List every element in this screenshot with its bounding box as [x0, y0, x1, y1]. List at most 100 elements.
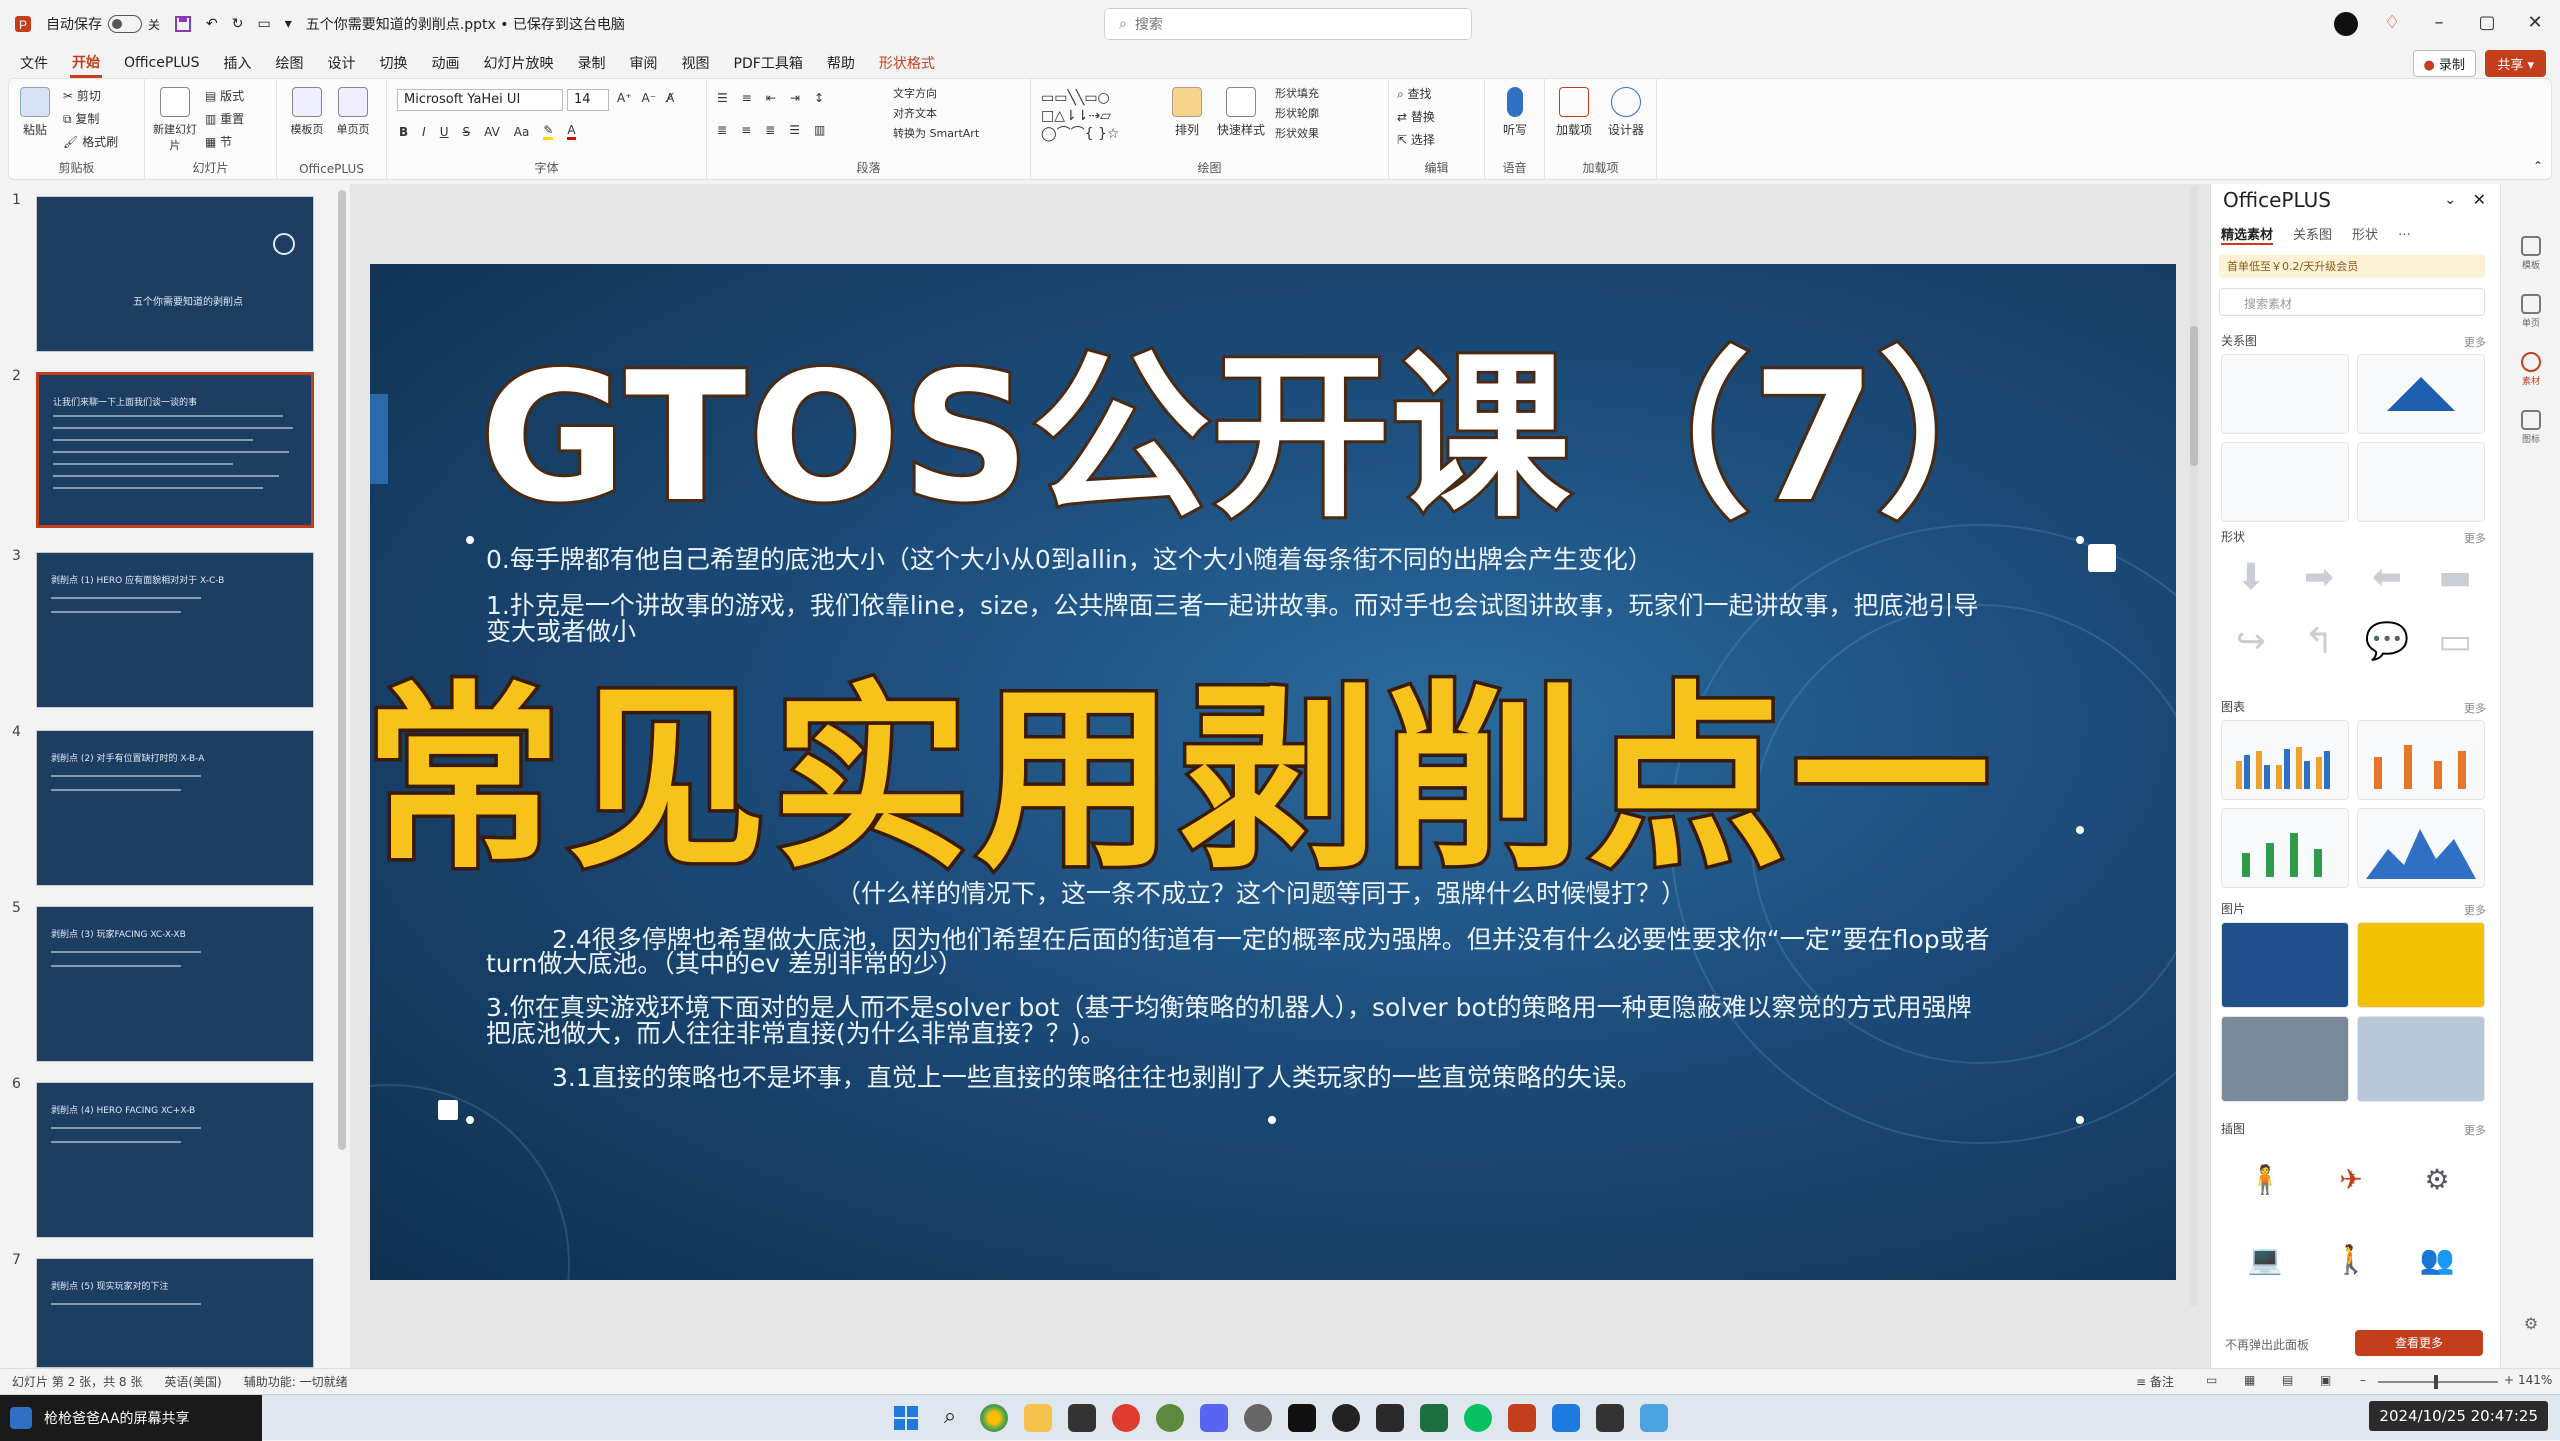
selection-handle[interactable] — [2076, 826, 2084, 834]
chart-card[interactable] — [2357, 720, 2485, 800]
designer-button[interactable]: 设计器 — [1603, 87, 1649, 138]
speech-bubble-shape-icon[interactable]: 💬 — [2357, 614, 2417, 668]
pane-collapse-icon[interactable]: ⌄ — [2444, 192, 2456, 208]
text-direction-button[interactable]: 文字方向 — [893, 85, 937, 101]
tab-view[interactable]: 视图 — [680, 50, 712, 76]
smartart-button[interactable]: 转换为 SmartArt — [893, 125, 979, 141]
align-center-icon[interactable]: ≡ — [741, 123, 751, 137]
canvas-scrollbar[interactable] — [2190, 186, 2198, 1306]
customize-qat-icon[interactable]: ▾ — [285, 16, 292, 32]
zoom-slider[interactable] — [2378, 1375, 2498, 1389]
image-card[interactable] — [2357, 922, 2485, 1008]
notion-icon[interactable] — [1068, 1404, 1096, 1432]
rail-materials[interactable]: 素材 — [2509, 352, 2553, 387]
align-text-button[interactable]: 对齐文本 — [893, 105, 937, 121]
app-blue-icon[interactable] — [1552, 1404, 1580, 1432]
slide-thumbnail[interactable]: 剥削点 (5) 现实玩家对的下注 — [36, 1258, 314, 1368]
shape-effects-button[interactable]: 形状效果 — [1275, 125, 1319, 141]
diagram-card[interactable] — [2221, 354, 2349, 434]
bent-arrow-shape-icon[interactable]: ↰ — [2289, 614, 2349, 668]
pane-tab-diagrams[interactable]: 关系图 — [2293, 224, 2332, 245]
rail-icons[interactable]: 图标 — [2509, 410, 2553, 445]
quick-styles-button[interactable]: 快速样式 — [1213, 87, 1269, 138]
more-link[interactable]: 更多 — [2464, 1122, 2486, 1138]
slide-paragraph[interactable]: turn做大底池。（其中的ev 差别非常的少） — [486, 944, 963, 980]
view-more-button[interactable]: 查看更多 — [2355, 1330, 2483, 1356]
notes-button[interactable]: ≡ 备注 — [2136, 1373, 2174, 1390]
section-button[interactable]: ▦ 节 — [205, 133, 232, 150]
tab-transitions[interactable]: 切换 — [378, 50, 410, 76]
chart-card[interactable] — [2221, 808, 2349, 888]
account-avatar[interactable] — [2334, 12, 2358, 36]
zoom-out-icon[interactable]: – — [2360, 1373, 2366, 1387]
minimize-icon[interactable]: – — [2424, 12, 2454, 33]
slide-thumbnail[interactable]: 剥削点 (1) HERO 应有面貌相对对于 X-C-B — [36, 552, 314, 708]
tab-insert[interactable]: 插入 — [222, 50, 254, 76]
material-search-input[interactable]: 搜索素材 — [2219, 288, 2485, 316]
zoom-slider-thumb[interactable] — [2434, 1375, 2438, 1389]
callout-shape-icon[interactable]: ▭ — [2425, 614, 2485, 668]
image-card[interactable] — [2357, 1016, 2485, 1102]
pane-tab-more[interactable]: … — [2398, 224, 2411, 245]
more-link[interactable]: 更多 — [2464, 334, 2486, 350]
change-case-button[interactable]: Aa — [514, 125, 530, 139]
arrange-button[interactable]: 排列 — [1165, 87, 1209, 138]
curved-arrow-shape-icon[interactable]: ↪ — [2221, 614, 2281, 668]
slide-paragraph[interactable]: 把底池做大，而人往往非常直接(为什么非常直接？？)。 — [486, 1014, 1106, 1050]
find-button[interactable]: ⌕ 查找 — [1397, 85, 1432, 102]
close-icon[interactable]: ✕ — [2520, 12, 2550, 33]
tab-officeplus[interactable]: OfficePLUS — [122, 52, 202, 74]
slide-thumbnail[interactable]: 剥削点 (3) 玩家FACING XC-X-XB — [36, 906, 314, 1062]
selection-handle[interactable] — [466, 536, 474, 544]
arrow-right-shape-icon[interactable]: ➡ — [2289, 550, 2349, 604]
slide-paragraph[interactable]: 1.扑克是一个讲故事的游戏，我们依靠line，size，公共牌面三者一起讲故事。… — [486, 586, 1978, 622]
current-slide[interactable]: 0.每手牌都有他自己希望的底池大小（这个大小从0到allin，这个大小随着每条街… — [370, 264, 2176, 1280]
record-button[interactable]: ● 录制 — [2412, 50, 2476, 77]
rail-settings[interactable]: ⚙ — [2509, 1314, 2553, 1333]
selection-handle[interactable] — [2076, 1116, 2084, 1124]
justify-icon[interactable]: ☰ — [789, 123, 800, 137]
system-clock[interactable]: 2024/10/25 20:47:25 — [2369, 1401, 2548, 1431]
font-color-icon[interactable]: A — [567, 123, 576, 140]
reading-view-icon[interactable]: ▤ — [2282, 1373, 2293, 1387]
more-link[interactable]: 更多 — [2464, 902, 2486, 918]
autosave-toggle[interactable]: 自动保存 关 — [46, 14, 160, 34]
format-painter-button[interactable]: 🖌 格式刷 — [63, 133, 118, 150]
illustration-walk-icon[interactable]: 🚶 — [2311, 1224, 2391, 1294]
app-green-icon[interactable] — [1156, 1404, 1184, 1432]
shapes-gallery[interactable]: ▭▭╲╲▭○ □△⇂⇂⇢▱ ◯⌒⌒{ }☆ — [1041, 89, 1161, 143]
arrow-left-shape-icon[interactable]: ⬅ — [2357, 550, 2417, 604]
dictate-button[interactable]: 听写 — [1493, 87, 1537, 138]
grow-font-icon[interactable]: A⁺ — [617, 91, 632, 105]
taskbar-search-icon[interactable]: ⌕ — [936, 1404, 964, 1432]
tab-design[interactable]: 设计 — [326, 50, 358, 76]
redo-icon[interactable]: ↻ — [232, 16, 244, 32]
diagram-card[interactable] — [2357, 442, 2485, 522]
present-icon[interactable]: ▭ — [257, 16, 270, 32]
collapse-ribbon-icon[interactable]: ⌃ — [2533, 159, 2543, 173]
app-chart-icon[interactable] — [1376, 1404, 1404, 1432]
replace-button[interactable]: ⇄ 替换 — [1397, 108, 1435, 125]
pane-tab-shapes[interactable]: 形状 — [2352, 224, 2378, 245]
tab-slideshow[interactable]: 幻灯片放映 — [482, 50, 556, 76]
diagram-card[interactable] — [2357, 354, 2485, 434]
shape-fill-button[interactable]: 形状填充 — [1275, 85, 1319, 101]
language-indicator[interactable]: 英语(美国) — [164, 1373, 221, 1390]
autofit-icon[interactable] — [438, 1100, 458, 1120]
file-explorer-icon[interactable] — [1024, 1404, 1052, 1432]
font-size-select[interactable]: 14 — [567, 89, 609, 111]
app-w-icon[interactable] — [1288, 1404, 1316, 1432]
bold-button[interactable]: B — [399, 125, 408, 139]
zoom-level[interactable]: 141% — [2518, 1373, 2552, 1387]
app-gray-icon[interactable] — [1596, 1404, 1624, 1432]
tab-help[interactable]: 帮助 — [825, 50, 857, 76]
clear-format-icon[interactable]: A̸ — [666, 91, 674, 105]
chart-card[interactable] — [2221, 720, 2349, 800]
char-spacing-icon[interactable]: AV — [484, 125, 500, 139]
bullets-icon[interactable]: ☰ — [717, 91, 728, 105]
image-card[interactable] — [2221, 922, 2349, 1008]
illustration-plane-icon[interactable]: ✈ — [2311, 1144, 2391, 1214]
tab-file[interactable]: 文件 — [18, 50, 50, 76]
promo-banner[interactable]: 首单低至￥0.2/天升级会员 — [2219, 254, 2485, 278]
selection-handle[interactable] — [1268, 1116, 1276, 1124]
